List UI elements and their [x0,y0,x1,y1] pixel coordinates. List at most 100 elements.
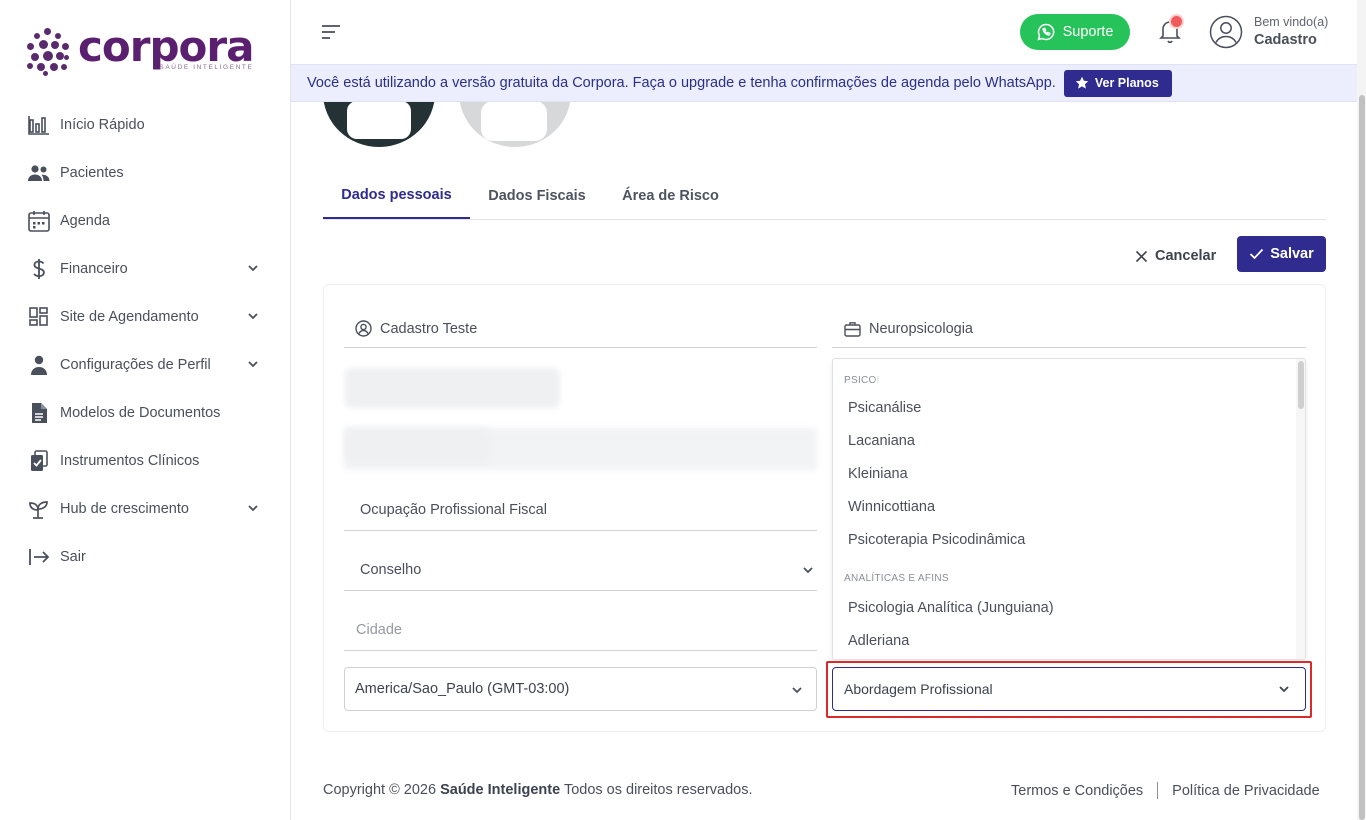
sidebar-item-label: Configurações de Perfil [60,357,211,373]
sidebar-item-inicio-rapido[interactable]: Início Rápido [0,101,290,149]
star-icon [1075,76,1089,89]
user-circle-icon [355,320,372,337]
approach-select[interactable]: Abordagem Profissional [832,667,1306,711]
dashboard-grid-icon [28,306,50,328]
logo-dots-icon [26,28,70,76]
sidebar-item-label: Hub de crescimento [60,501,189,517]
chevron-down-icon [248,265,258,272]
bar-chart-icon [28,114,50,136]
user-avatar-icon[interactable] [1209,15,1243,49]
sidebar-item-label: Financeiro [60,261,128,277]
approach-placeholder: Abordagem Profissional [844,681,993,697]
occupation-field[interactable]: Ocupação Profissional Fiscal [344,489,817,531]
profile-photo-placeholder[interactable] [459,102,571,147]
cancel-button[interactable]: Cancelar [1135,241,1216,271]
dropdown-option[interactable]: Psicanálise [848,400,921,416]
sidebar-item-agenda[interactable]: Agenda [0,197,290,245]
sidebar-nav: Início Rápido Pacientes Agenda Financeir… [0,101,290,581]
dropdown-group-label: ANALÍTICAS E AFINS [844,573,949,584]
person-icon [28,354,50,376]
copyright-prefix: Copyright © 2026 [323,782,437,798]
dropdown-scrollbar-thumb[interactable] [1298,361,1304,409]
blurred-field-1 [345,368,560,408]
dropdown-option[interactable]: Psicoterapia Psicodinâmica [848,532,1025,548]
sprout-icon [28,498,50,520]
dropdown-option[interactable]: Kleiniana [848,466,908,482]
sidebar-item-sair[interactable]: Sair [0,533,290,581]
view-plans-label: Ver Planos [1094,76,1159,90]
city-field[interactable]: Cidade [344,609,817,651]
timezone-select[interactable]: America/Sao_Paulo (GMT-03:00) [344,667,817,711]
council-placeholder: Conselho [360,561,422,578]
whatsapp-icon [1037,23,1054,41]
name-field[interactable]: Cadastro Teste [344,310,817,348]
notifications-button[interactable] [1158,16,1182,44]
sidebar-item-financeiro[interactable]: Financeiro [0,245,290,293]
sidebar-item-instrumentos-clinicos[interactable]: Instrumentos Clínicos [0,437,290,485]
approach-dropdown-list: PSICOI Psicanálise Lacaniana Kleiniana W… [832,358,1306,660]
check-icon [1250,248,1264,260]
top-header: Suporte Bem vindo(a) Cadastro [291,0,1357,64]
chevron-down-icon [792,687,802,694]
specialty-field[interactable]: Neuropsicologia [832,310,1306,348]
sidebar-item-modelos-documentos[interactable]: Modelos de Documentos [0,389,290,437]
tab-area-risco[interactable]: Área de Risco [614,172,727,219]
support-button[interactable]: Suporte [1020,14,1130,50]
tab-dados-fiscais[interactable]: Dados Fiscais [480,172,594,219]
user-greeting[interactable]: Bem vindo(a) Cadastro [1254,15,1328,49]
rights-text: Todos os direitos reservados. [563,782,753,798]
sidebar-item-label: Instrumentos Clínicos [60,453,200,469]
dollar-icon [28,258,50,280]
corpora-logo[interactable]: corpora SAÚDE INTELIGENTE [26,26,254,76]
sidebar-item-label: Início Rápido [60,117,145,133]
timezone-value: America/Sao_Paulo (GMT-03:00) [355,681,570,697]
banner-text: Você está utilizando a versão gratuita d… [307,75,1056,91]
profile-tabs: Dados pessoais Dados Fiscais Área de Ris… [323,172,1326,220]
chevron-down-icon [248,505,258,512]
sidebar-item-site-agendamento[interactable]: Site de Agendamento [0,293,290,341]
close-icon [1135,250,1148,262]
page-scrollbar-thumb[interactable] [1359,95,1365,820]
chevron-down-icon [803,567,813,574]
users-icon [28,162,50,184]
chevron-down-icon [248,313,258,320]
sidebar: corpora SAÚDE INTELIGENTE Início Rápido … [0,0,291,820]
council-select[interactable]: Conselho [344,549,817,591]
dropdown-option[interactable]: Winnicottiana [848,499,935,515]
specialty-value: Neuropsicologia [869,320,973,337]
blurred-field-2-content [345,428,490,464]
welcome-label: Bem vindo(a) [1254,15,1329,29]
privacy-link[interactable]: Política de Privacidade [1172,783,1320,799]
footer-links: Termos e Condições Política de Privacida… [1011,782,1320,799]
sidebar-item-hub-crescimento[interactable]: Hub de crescimento [0,485,290,533]
support-label: Suporte [1062,24,1114,40]
clipboard-check-icon [28,450,50,472]
profile-photo[interactable] [323,102,435,147]
chevron-down-icon [248,361,258,368]
view-plans-button[interactable]: Ver Planos [1063,69,1172,97]
main-content: Dados pessoais Dados Fiscais Área de Ris… [291,102,1357,820]
sidebar-item-label: Sair [60,549,86,565]
sidebar-item-configuracoes-perfil[interactable]: Configurações de Perfil [0,341,290,389]
chevron-down-icon [1279,686,1289,693]
dropdown-option[interactable]: Psicologia Analítica (Junguiana) [848,600,1054,616]
footer-divider [1157,782,1159,799]
calendar-icon [28,210,50,232]
hamburger-menu-icon[interactable] [321,23,341,41]
save-label: Salvar [1270,246,1314,262]
dropdown-option[interactable]: Adleriana [848,633,909,649]
company-name: Saúde Inteligente [440,782,561,798]
terms-link[interactable]: Termos e Condições [1011,783,1143,799]
sidebar-item-label: Pacientes [60,165,124,181]
sidebar-item-pacientes[interactable]: Pacientes [0,149,290,197]
footer-copyright: Copyright © 2026 Saúde Inteligente Todos… [323,782,753,798]
tab-dados-pessoais[interactable]: Dados pessoais [323,172,470,219]
cancel-label: Cancelar [1155,248,1217,264]
notification-dot [1171,16,1182,27]
blurred-group-label [877,367,957,395]
save-button[interactable]: Salvar [1237,236,1326,272]
briefcase-icon [844,321,861,337]
upgrade-banner: Você está utilizando a versão gratuita d… [291,64,1357,102]
sidebar-item-label: Agenda [60,213,110,229]
dropdown-option[interactable]: Lacaniana [848,433,915,449]
